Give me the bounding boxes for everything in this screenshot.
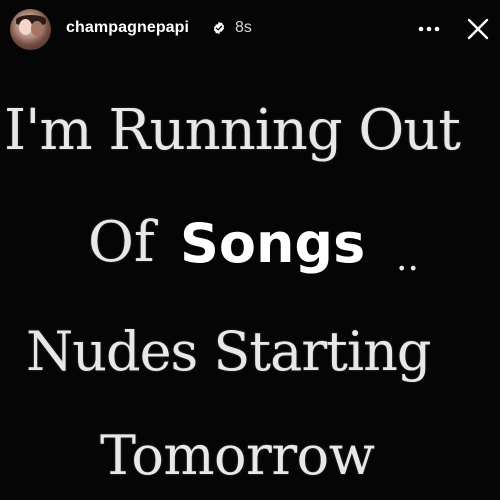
story-content: I'm Running Out Of Songs .. Nudes Starti…: [0, 62, 500, 500]
story-timestamp: 8s: [235, 19, 252, 36]
more-options-icon[interactable]: [416, 18, 442, 40]
story-header: champagnepapi 8s: [0, 0, 500, 62]
close-icon[interactable]: [466, 17, 490, 41]
story-text-line-2-suffix: ..: [396, 238, 419, 279]
avatar-face-right: [31, 21, 43, 36]
verified-badge-icon: [213, 21, 225, 35]
story-text-line-3: Nudes Starting: [26, 320, 431, 383]
text-sticker-songs: Songs: [180, 212, 366, 275]
story-text-line-2-prefix: Of: [88, 210, 155, 275]
avatar[interactable]: [10, 9, 51, 50]
story-text-line-4: Tomorrow: [100, 424, 375, 487]
story-viewer[interactable]: champagnepapi 8s I'm Running Out Of Song…: [0, 0, 500, 500]
story-text-line-1: I'm Running Out: [4, 98, 461, 163]
username-link[interactable]: champagnepapi: [66, 19, 189, 37]
